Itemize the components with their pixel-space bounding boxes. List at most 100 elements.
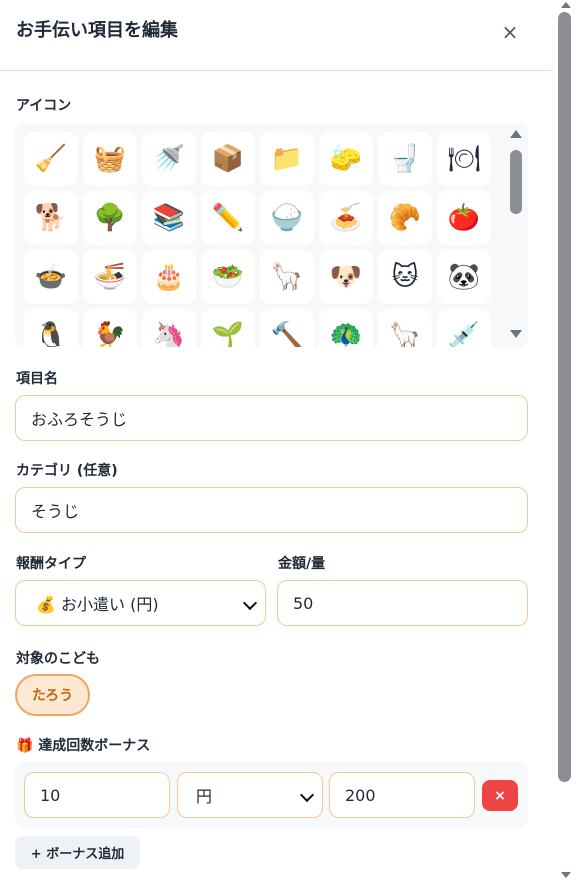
stew-icon-glyph: 🍲	[34, 262, 68, 292]
pencil-icon[interactable]: ✏️	[201, 191, 255, 245]
sponge-icon-glyph: 🧽	[329, 144, 363, 174]
unicorn-icon[interactable]: 🦄	[142, 309, 196, 347]
cake-icon[interactable]: 🎂	[142, 250, 196, 304]
sponge-icon[interactable]: 🧽	[319, 132, 373, 186]
basket-icon-glyph: 🧺	[93, 144, 127, 174]
salad-icon[interactable]: 🥗	[201, 250, 255, 304]
modal-title: お手伝い項目を編集	[16, 20, 178, 41]
modal-header: お手伝い項目を編集 ×	[0, 0, 553, 71]
ramen-icon[interactable]: 🍜	[83, 250, 137, 304]
bonus-unit-value: 円	[196, 787, 213, 806]
icon-grid: 🧹 🧺 🚿 📦 📁 🧽 🚽 🍽 🐕 🌳 📚 ✏️ 🍚 🍝 🥐 🍅 🍲 🍜 🎂 🥗 🦙 🐶 🐱 🐼 🐧 🐓 🦄 🌱 🔨 🦚 🦙 💉	[24, 132, 491, 347]
cat-face-icon-glyph: 🐱	[391, 262, 419, 292]
category-label: カテゴリ (任意)	[16, 463, 118, 479]
dog-face-icon-glyph: 🐶	[329, 262, 363, 292]
package-icon[interactable]: 📦	[201, 132, 255, 186]
target-children-label: 対象のこども	[16, 651, 100, 667]
llama-icon[interactable]: 🦙	[260, 250, 314, 304]
croissant-icon[interactable]: 🥐	[378, 191, 432, 245]
child-chip-taro[interactable]: たろう	[15, 674, 90, 716]
scroll-thumb[interactable]	[510, 150, 522, 214]
toilet-icon-glyph: 🚽	[388, 144, 422, 174]
stew-icon[interactable]: 🍲	[24, 250, 78, 304]
folder-icon[interactable]: 📁	[260, 132, 314, 186]
bonus-amount-input[interactable]: 200	[329, 772, 475, 818]
hammer-icon-glyph: 🔨	[270, 321, 304, 347]
item-name-value: おふろそうじ	[31, 410, 128, 429]
page-scroll-up-arrow-icon[interactable]	[561, 2, 571, 8]
rice-bowl-icon[interactable]: 🍚	[260, 191, 314, 245]
category-value: そうじ	[31, 502, 80, 521]
rooster-icon-glyph: 🐓	[93, 321, 127, 347]
salad-icon-glyph: 🥗	[211, 262, 245, 292]
icon-picker-scrollbar[interactable]	[508, 128, 524, 344]
tree-icon[interactable]: 🌳	[83, 191, 137, 245]
bonus-amount-value: 200	[345, 785, 376, 805]
tomato-icon-glyph: 🍅	[447, 203, 481, 233]
page-scrollbar[interactable]	[557, 0, 576, 882]
alpaca-icon-glyph: 🦙	[388, 321, 422, 347]
dog-face-icon[interactable]: 🐶	[319, 250, 373, 304]
spaghetti-icon-glyph: 🍝	[329, 203, 363, 233]
broom-icon-glyph: 🧹	[34, 144, 68, 174]
broom-icon[interactable]: 🧹	[24, 132, 78, 186]
remove-bonus-button[interactable]: ×	[482, 780, 518, 811]
amount-input[interactable]: 50	[277, 580, 528, 626]
item-name-label: 項目名	[16, 371, 58, 387]
hammer-icon[interactable]: 🔨	[260, 309, 314, 347]
bonus-section-label: 🎁 達成回数ボーナス	[16, 738, 151, 754]
dog-icon-glyph: 🐕	[34, 203, 68, 233]
item-name-input[interactable]: おふろそうじ	[15, 395, 528, 441]
panda-icon-glyph: 🐼	[447, 262, 481, 292]
books-icon[interactable]: 📚	[142, 191, 196, 245]
peacock-icon[interactable]: 🦚	[319, 309, 373, 347]
dog-icon[interactable]: 🐕	[24, 191, 78, 245]
plate-cutlery-icon[interactable]: 🍽	[437, 132, 491, 186]
package-icon-glyph: 📦	[211, 144, 245, 174]
icon-section-label: アイコン	[16, 98, 72, 114]
seedling-icon-glyph: 🌱	[211, 321, 245, 347]
edit-chore-modal: お手伝い項目を編集 × アイコン 🧹 🧺 🚿 📦 📁 🧽 🚽 🍽 🐕 🌳 📚 ✏️ 🍚 🍝 🥐 🍅 🍲 🍜 🎂 🥗 🦙 🐶…	[0, 0, 553, 882]
scroll-down-arrow-icon[interactable]	[510, 330, 522, 338]
toilet-icon[interactable]: 🚽	[378, 132, 432, 186]
tree-icon-glyph: 🌳	[93, 203, 127, 233]
bonus-count-input[interactable]: 10	[24, 772, 170, 818]
ramen-icon-glyph: 🍜	[93, 262, 127, 292]
seedling-icon[interactable]: 🌱	[201, 309, 255, 347]
peacock-icon-glyph: 🦚	[329, 321, 363, 347]
croissant-icon-glyph: 🥐	[388, 203, 422, 233]
penguin-icon[interactable]: 🐧	[24, 309, 78, 347]
basket-icon[interactable]: 🧺	[83, 132, 137, 186]
page-scroll-down-arrow-icon[interactable]	[561, 872, 571, 878]
rice-bowl-icon-glyph: 🍚	[270, 203, 304, 233]
page-scroll-thumb[interactable]	[558, 12, 571, 782]
alpaca-icon[interactable]: 🦙	[378, 309, 432, 347]
syringe-icon[interactable]: 💉	[437, 309, 491, 347]
reward-type-select[interactable]: 💰 お小遣い (円)	[15, 580, 266, 626]
reward-type-label: 報酬タイプ	[16, 556, 86, 572]
pencil-icon-glyph: ✏️	[211, 203, 245, 233]
syringe-icon-glyph: 💉	[447, 321, 481, 347]
close-button[interactable]: ×	[498, 20, 522, 44]
bonus-unit-select[interactable]: 円	[177, 772, 323, 818]
spaghetti-icon[interactable]: 🍝	[319, 191, 373, 245]
shower-icon[interactable]: 🚿	[142, 132, 196, 186]
tomato-icon[interactable]: 🍅	[437, 191, 491, 245]
bonus-count-value: 10	[40, 785, 61, 805]
amount-label: 金額/量	[278, 556, 326, 572]
panda-icon[interactable]: 🐼	[437, 250, 491, 304]
books-icon-glyph: 📚	[152, 203, 186, 233]
reward-type-value: 💰 お小遣い (円)	[36, 595, 159, 614]
category-input[interactable]: そうじ	[15, 487, 528, 533]
scroll-up-arrow-icon[interactable]	[510, 130, 522, 138]
add-bonus-button[interactable]: + ボーナス追加	[15, 836, 140, 869]
shower-icon-glyph: 🚿	[152, 144, 186, 174]
cat-face-icon[interactable]: 🐱	[378, 250, 432, 304]
penguin-icon-glyph: 🐧	[34, 321, 68, 347]
unicorn-icon-glyph: 🦄	[152, 321, 186, 347]
chevron-down-icon	[299, 787, 315, 803]
llama-icon-glyph: 🦙	[270, 262, 304, 292]
icon-picker: 🧹 🧺 🚿 📦 📁 🧽 🚽 🍽 🐕 🌳 📚 ✏️ 🍚 🍝 🥐 🍅 🍲 🍜 🎂 🥗 🦙 🐶 🐱 🐼 🐧 🐓 🦄 🌱 🔨 🦚 🦙 💉	[15, 123, 528, 347]
plate-cutlery-icon-glyph: 🍽	[447, 144, 481, 174]
rooster-icon[interactable]: 🐓	[83, 309, 137, 347]
